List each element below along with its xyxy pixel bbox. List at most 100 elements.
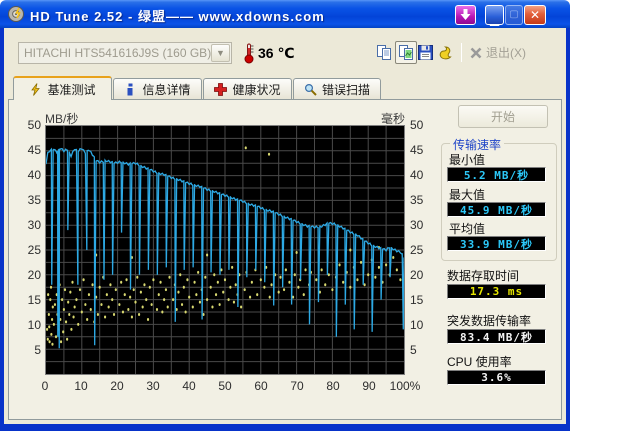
access-time-dot xyxy=(103,315,107,319)
access-time-dot xyxy=(46,327,49,331)
avg-value: 33.9 MB/秒 xyxy=(447,236,546,251)
access-time-dot xyxy=(227,298,230,302)
access-time-dot xyxy=(75,298,78,302)
access-time-dot xyxy=(161,310,164,314)
start-button[interactable]: 开始 xyxy=(458,105,548,128)
access-time-dot xyxy=(377,265,381,269)
access-time-dot xyxy=(47,293,50,297)
access-time-dot xyxy=(84,303,87,307)
access-time-dot xyxy=(112,312,116,316)
access-time-dot xyxy=(248,295,252,299)
access-time-dot xyxy=(134,300,137,304)
max-label: 最大值 xyxy=(449,188,486,202)
start-button-label: 开始 xyxy=(490,110,515,124)
axis-tick-label: 30 xyxy=(27,218,41,232)
window-border-right xyxy=(566,28,570,427)
access-time-dot xyxy=(111,298,114,302)
access-time-dot xyxy=(231,265,234,269)
axis-tick-label: 40 xyxy=(27,168,41,182)
access-time-dot xyxy=(136,275,139,279)
access-time-dot xyxy=(145,298,148,302)
axis-tick-label: 50 xyxy=(410,118,424,132)
access-time-dot xyxy=(302,293,305,297)
drive-select[interactable]: HITACHI HTS541616J9S (160 GB) ▼ xyxy=(18,42,232,64)
temperature-value: 36 ℃ xyxy=(258,45,295,61)
axis-tick-label: 15 xyxy=(27,293,41,307)
axis-tick-label: 60 xyxy=(254,379,268,393)
access-time-dot xyxy=(68,312,71,316)
access-time-dot xyxy=(152,278,155,282)
tab-error-scan[interactable]: 错误扫描 xyxy=(293,78,381,100)
access-time-dot xyxy=(123,293,126,297)
access-time-dot xyxy=(188,295,191,299)
axis-tick-label: 90 xyxy=(362,379,376,393)
access-time-dot xyxy=(72,315,75,319)
access-time-dot xyxy=(172,298,175,302)
title-bar[interactable]: HD Tune 2.52 - 绿盟—— www.xdowns.com ▁ ▢ ✕ xyxy=(0,0,570,28)
download-button[interactable] xyxy=(455,5,476,25)
access-time-dot xyxy=(129,295,132,299)
access-time-dot xyxy=(61,298,64,302)
close-button[interactable]: ✕ xyxy=(524,5,546,25)
access-time-dot xyxy=(49,298,52,302)
access-time-dot xyxy=(232,300,236,304)
tab-benchmark[interactable]: 基准测试 xyxy=(13,76,112,100)
access-time-dot xyxy=(213,273,216,277)
temperature-icon xyxy=(244,43,254,64)
copy-text-button[interactable] xyxy=(373,41,395,64)
benchmark-chart xyxy=(45,125,405,375)
access-time-dot xyxy=(86,317,89,321)
access-time-dot xyxy=(96,312,99,316)
access-time-dot xyxy=(211,305,214,309)
access-time-dot xyxy=(82,278,85,282)
access-time-dot xyxy=(193,280,196,284)
access-time-dot xyxy=(282,288,286,292)
avg-label: 平均值 xyxy=(449,222,486,236)
access-time-dot xyxy=(73,305,76,309)
minimize-button[interactable]: ▁ xyxy=(485,5,504,25)
access-time-dot xyxy=(179,273,182,277)
exit-button[interactable]: 退出(X) xyxy=(470,44,526,61)
access-time-dot xyxy=(197,270,200,274)
maximize-button[interactable]: ▢ xyxy=(505,5,523,25)
axis-tick-label: 5 xyxy=(34,343,41,357)
axis-tick-label: 0 xyxy=(41,379,49,393)
access-time-dot xyxy=(263,285,266,289)
access-time-dot xyxy=(54,335,58,339)
access-time-dot xyxy=(349,248,352,252)
access-time-dot xyxy=(59,340,63,344)
access-time-dot xyxy=(182,285,185,289)
axis-tick-label: 40 xyxy=(410,168,424,182)
access-time-dot xyxy=(107,305,110,309)
access-time-dot xyxy=(229,285,232,289)
access-time-dot xyxy=(206,253,209,257)
chevron-down-icon[interactable]: ▼ xyxy=(211,44,230,62)
min-value: 5.2 MB/秒 xyxy=(447,167,546,182)
access-time-dot xyxy=(218,303,221,307)
access-time-value: 17.3 ms xyxy=(447,284,546,299)
tab-info-label: 信息详情 xyxy=(142,83,191,97)
access-time-dot xyxy=(214,293,218,297)
tab-info[interactable]: 信息详情 xyxy=(113,78,202,100)
copy-image-icon xyxy=(398,45,413,60)
access-time-dot xyxy=(399,278,402,282)
access-time-dot xyxy=(177,290,180,294)
access-time-dot xyxy=(139,290,142,294)
access-time-dot xyxy=(295,250,298,254)
tab-health[interactable]: 健康状况 xyxy=(203,78,292,100)
access-time-dot xyxy=(118,303,121,307)
chart-canvas xyxy=(46,126,404,374)
save-screenshot-button[interactable] xyxy=(414,41,436,64)
options-button[interactable] xyxy=(434,41,456,64)
access-time-dot xyxy=(157,293,160,297)
access-time-dot xyxy=(105,293,108,297)
access-time-dot xyxy=(87,293,91,297)
access-time-dot xyxy=(293,273,296,277)
exit-icon xyxy=(470,47,482,58)
access-time-dot xyxy=(64,320,68,324)
access-time-dot xyxy=(48,325,51,329)
access-time-dot xyxy=(277,290,280,294)
access-time-dot xyxy=(392,255,395,259)
access-time-dot xyxy=(338,263,341,267)
health-cross-icon xyxy=(214,83,228,96)
